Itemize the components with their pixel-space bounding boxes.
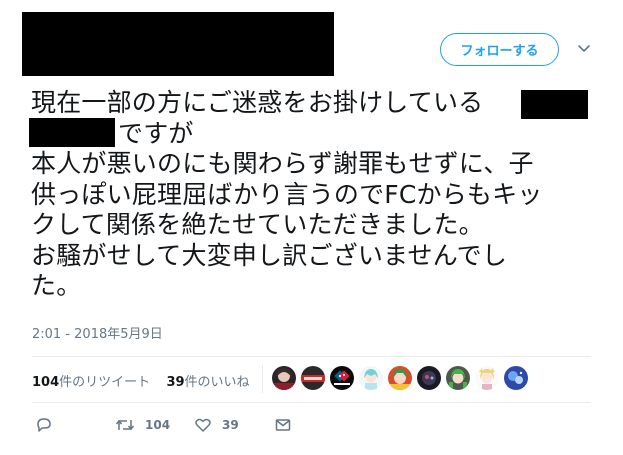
tweet-line: クして関係を絶たせていただきました。 [31, 210, 484, 239]
stats-separator [262, 365, 263, 393]
tweet-line: お騒がせして大変申し訳ございませんでし [31, 240, 508, 270]
avatar[interactable] [446, 366, 470, 390]
avatar[interactable] [504, 366, 528, 390]
retweet-button[interactable]: 104 [115, 416, 170, 434]
tweet-line-text: ですが [118, 118, 194, 148]
retweet-action-count: 104 [145, 418, 171, 432]
avatar[interactable] [388, 366, 412, 390]
tweet-line: た。 [31, 271, 82, 300]
avatar[interactable] [475, 366, 499, 390]
reply-icon [37, 418, 51, 432]
tweet-actions: 104 39 [0, 415, 623, 437]
tweet-line: 本人が悪いのにも関わらず謝罪もせずに、子 [31, 149, 534, 178]
avatar[interactable] [330, 366, 354, 390]
retweet-stat[interactable]: 104件のリツイート [32, 375, 150, 390]
tweet-line: 供っぽい屁理屈ばかり言うのでFCからもキッ [31, 179, 543, 209]
avatar[interactable] [301, 366, 325, 390]
tweet-line: 現在一部の方にご迷惑をお掛けしている [31, 88, 484, 117]
retweet-count: 104 [32, 375, 60, 390]
like-action-count: 39 [222, 418, 239, 432]
like-button[interactable]: 39 [194, 416, 239, 434]
avatar[interactable] [359, 366, 383, 390]
follow-button[interactable]: フォローする [440, 33, 559, 66]
like-label: 件のいいね [184, 375, 250, 390]
divider [32, 402, 591, 403]
engagement-stats: 104件のリツイート 39件のいいね [32, 371, 250, 390]
divider [32, 356, 591, 357]
tweet-timestamp[interactable]: 2:01 - 2018年5月9日 [32, 323, 163, 342]
like-stat[interactable]: 39件のいいね [166, 375, 249, 390]
heart-icon [195, 418, 211, 432]
redacted-user-name [22, 12, 334, 76]
mail-icon [275, 419, 291, 431]
retweet-icon [115, 419, 135, 431]
dm-button[interactable] [274, 416, 292, 434]
avatar[interactable] [417, 366, 441, 390]
avatar[interactable] [272, 366, 296, 390]
chevron-down-icon[interactable] [576, 42, 592, 56]
like-count: 39 [166, 375, 185, 390]
tweet-text: 現在一部の方にご迷惑をお掛けしている ですが 本人が悪いのにも関わらず謝罪もせず… [31, 88, 601, 302]
retweet-label: 件のリツイート [59, 375, 151, 390]
tweet-line: ですが [31, 119, 601, 150]
reply-button[interactable] [35, 416, 53, 434]
